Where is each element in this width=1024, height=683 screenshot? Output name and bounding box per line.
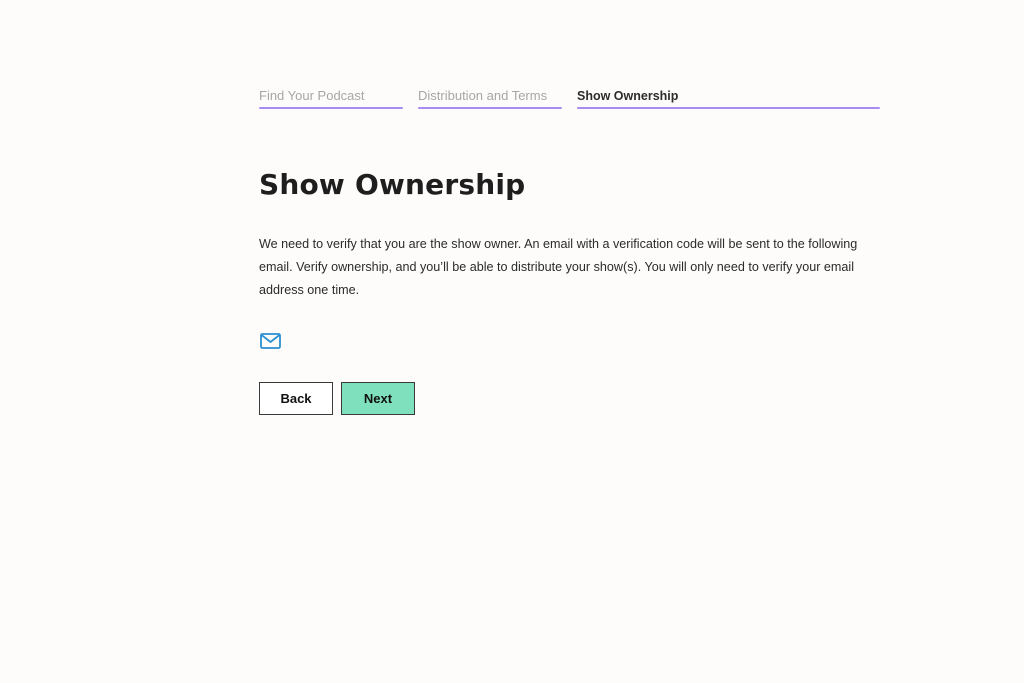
step-show-ownership[interactable]: Show Ownership <box>577 86 880 109</box>
step-label: Show Ownership <box>577 89 679 103</box>
progress-steps: Find Your Podcast Distribution and Terms… <box>259 86 880 109</box>
step-progress-bar <box>418 107 562 109</box>
back-button[interactable]: Back <box>259 382 333 415</box>
step-distribution-and-terms[interactable]: Distribution and Terms <box>418 86 562 109</box>
page-description: We need to verify that you are the show … <box>259 237 858 297</box>
page-title: Show Ownership <box>259 168 526 201</box>
page: Find Your Podcast Distribution and Terms… <box>0 0 1024 683</box>
step-progress-bar <box>259 107 403 109</box>
step-label: Distribution and Terms <box>418 88 548 103</box>
step-label: Find Your Podcast <box>259 88 365 103</box>
step-find-your-podcast[interactable]: Find Your Podcast <box>259 86 403 109</box>
mail-icon <box>260 333 281 349</box>
next-button[interactable]: Next <box>341 382 415 415</box>
step-progress-bar <box>577 107 880 109</box>
